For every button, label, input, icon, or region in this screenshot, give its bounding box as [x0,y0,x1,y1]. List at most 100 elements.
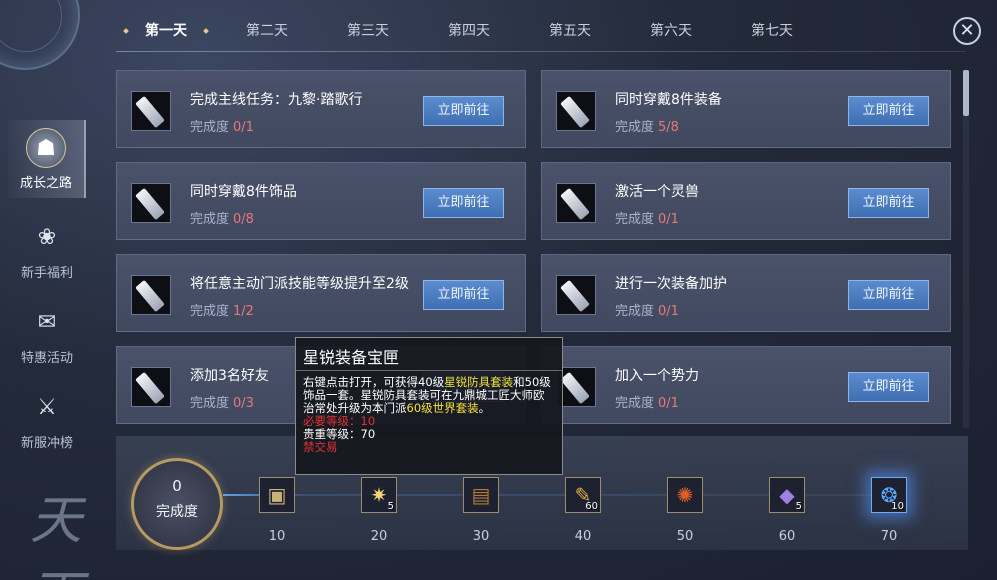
reward-qty: 60 [585,501,598,512]
go-button[interactable]: 立即前往 [423,280,504,310]
progress-value: 0/3 [233,396,254,411]
task-name: 添加3名好友 [190,368,269,384]
reward-level: 10 [268,529,286,544]
go-button[interactable]: 立即前往 [848,372,929,402]
tooltip-desc-text: 右键点击打开，可获得40级 [303,375,445,389]
treasure-chest-icon: ▣ [267,483,287,507]
completion-label: 完成度 [156,504,198,520]
tab-day-6[interactable]: 第六天 [621,12,721,50]
task-progress: 完成度 0/1 [615,300,679,319]
reward-slot-30[interactable]: ▤ [463,477,499,513]
progress-label: 完成度 [190,396,230,411]
gift-bag-icon: ❀ [37,225,57,250]
go-button[interactable]: 立即前往 [848,188,929,218]
sidebar-item-label: 成长之路 [19,176,72,191]
wooden-chest-icon: ▤ [471,483,491,507]
task-name: 将任意主动门派技能等级提升至2级 [190,276,409,292]
growth-icon: ☗ [26,128,66,168]
task-name: 完成主线任务：九黎·踏歌行 [190,92,363,108]
tooltip-no-trade: 禁交易 [303,440,338,454]
tab-day-1[interactable]: 第一天 [116,12,216,50]
progress-value: 0/1 [233,120,254,135]
go-button[interactable]: 立即前往 [423,96,504,126]
task-item-icon [556,275,596,315]
go-button[interactable]: 立即前往 [848,96,929,126]
reward-slot-20[interactable]: ✷ 5 [361,477,397,513]
sidebar-item-server-ranking[interactable]: ⚔ 新服冲榜 [8,380,86,458]
progress-label: 完成度 [615,304,655,319]
reward-slot-10[interactable]: ▣ [259,477,295,513]
task-item-icon [131,91,171,131]
tab-day-2[interactable]: 第二天 [217,12,317,50]
go-button[interactable]: 立即前往 [848,280,929,310]
task-name: 加入一个势力 [615,368,699,384]
progress-label: 完成度 [615,212,655,227]
completion-ring: 0 完成度 [131,458,223,550]
tooltip-title: 星锐装备宝匣 [303,348,400,367]
tab-day-7[interactable]: 第七天 [722,12,822,50]
sidebar-item-label: 新手福利 [20,266,73,281]
completion-value: 0 [172,477,182,495]
task-progress: 完成度 0/8 [190,208,254,227]
sidebar-item-label: 特惠活动 [20,351,73,366]
progress-label: 完成度 [190,212,230,227]
sidebar-item-newbie-welfare[interactable]: ❀ 新手福利 [8,210,86,288]
progress-value: 0/1 [658,396,679,411]
task-progress: 完成度 0/3 [190,392,254,411]
task-name: 激活一个灵兽 [615,184,699,200]
task-card: 将任意主动门派技能等级提升至2级 完成度 1/2 立即前往 [116,254,526,332]
reward-slot-40[interactable]: ✎ 60 [565,477,601,513]
reward-level: 50 [676,529,694,544]
task-progress: 完成度 1/2 [190,300,254,319]
task-item-icon [556,91,596,131]
progress-value: 0/1 [658,304,679,319]
task-item-icon [131,275,171,315]
tab-day-5[interactable]: 第五天 [520,12,620,50]
reward-qty: 5 [795,501,802,512]
reward-level: 60 [778,529,796,544]
tooltip-value-level: 贵重等级：70 [303,427,376,441]
scrollbar-thumb[interactable] [963,70,969,116]
task-card: 完成主线任务：九黎·踏歌行 完成度 0/1 立即前往 [116,70,526,148]
reward-level: 40 [574,529,592,544]
tooltip-divider [296,370,562,371]
sidebar-item-special-offers[interactable]: ✉ 特惠活动 [8,295,86,373]
task-card: 进行一次装备加护 完成度 0/1 立即前往 [541,254,951,332]
task-card: 加入一个势力 完成度 0/1 立即前往 [541,346,951,424]
corner-ornament [0,0,80,70]
reward-level: 30 [472,529,490,544]
task-progress: 完成度 0/1 [615,208,679,227]
tab-day-4[interactable]: 第四天 [419,12,519,50]
tab-day-3[interactable]: 第三天 [318,12,418,50]
task-item-icon [131,183,171,223]
tabs-divider [116,51,966,52]
tooltip-description: 右键点击打开，可获得40级星锐防具套装和50级饰品一套。星锐防具套装可在九鼎城工… [303,376,555,415]
task-name: 进行一次装备加护 [615,276,727,292]
scrollbar-track [963,70,969,428]
progress-value: 0/8 [233,212,254,227]
item-tooltip: 星锐装备宝匣 右键点击打开，可获得40级星锐防具套装和50级饰品一套。星锐防具套… [295,337,563,475]
reward-qty: 5 [387,501,394,512]
progress-value: 5/8 [658,120,679,135]
reward-qty: 10 [891,501,904,512]
progress-label: 完成度 [615,396,655,411]
reward-slot-70[interactable]: ❂ 10 [871,477,907,513]
task-progress: 完成度 5/8 [615,116,679,135]
sidebar-item-growth[interactable]: ☗ 成长之路 [8,120,86,198]
task-item-icon [131,367,171,407]
task-progress: 完成度 0/1 [190,116,254,135]
reward-level: 70 [880,529,898,544]
progress-label: 完成度 [190,304,230,319]
reward-slot-50[interactable]: ✺ [667,477,703,513]
gift-box-icon: ✉ [37,310,57,335]
task-card: 同时穿戴8件饰品 完成度 0/8 立即前往 [116,162,526,240]
close-button[interactable]: ✕ [953,17,981,45]
task-item-icon [556,183,596,223]
task-card: 同时穿戴8件装备 完成度 5/8 立即前往 [541,70,951,148]
go-button[interactable]: 立即前往 [423,188,504,218]
progress-value: 1/2 [233,304,254,319]
task-name: 同时穿戴8件装备 [615,92,722,108]
progress-label: 完成度 [190,120,230,135]
reward-slot-60[interactable]: ◆ 5 [769,477,805,513]
sidebar-item-label: 新服冲榜 [20,436,73,451]
